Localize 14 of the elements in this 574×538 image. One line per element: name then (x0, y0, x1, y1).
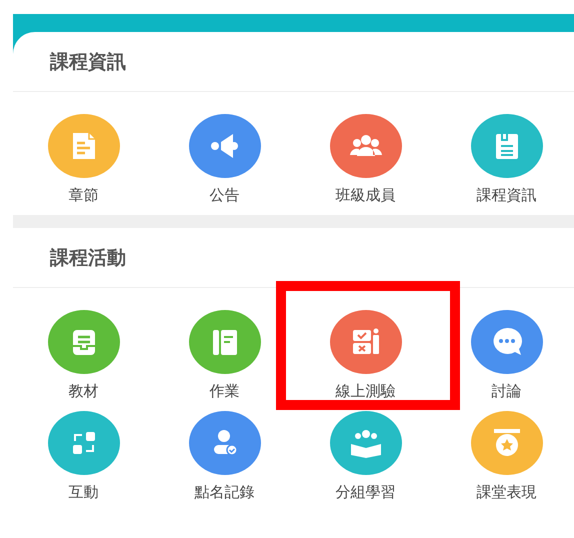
section-title: 課程資訊 (50, 50, 126, 74)
item-label: 課堂表現 (476, 482, 536, 502)
item-label: 課程資訊 (476, 185, 536, 205)
item-label: 作業 (210, 381, 240, 401)
item-label: 公告 (210, 185, 240, 205)
item-label: 分組學習 (336, 482, 396, 502)
item-label: 班級成員 (336, 185, 396, 205)
item-label: 章節 (68, 185, 98, 205)
item-label: 討論 (492, 381, 522, 401)
item-label: 線上測驗 (336, 381, 396, 401)
item-label: 互動 (68, 482, 98, 502)
item-label: 點名記錄 (194, 482, 254, 502)
section-title: 課程活動 (50, 246, 126, 270)
item-label: 教材 (68, 381, 98, 401)
